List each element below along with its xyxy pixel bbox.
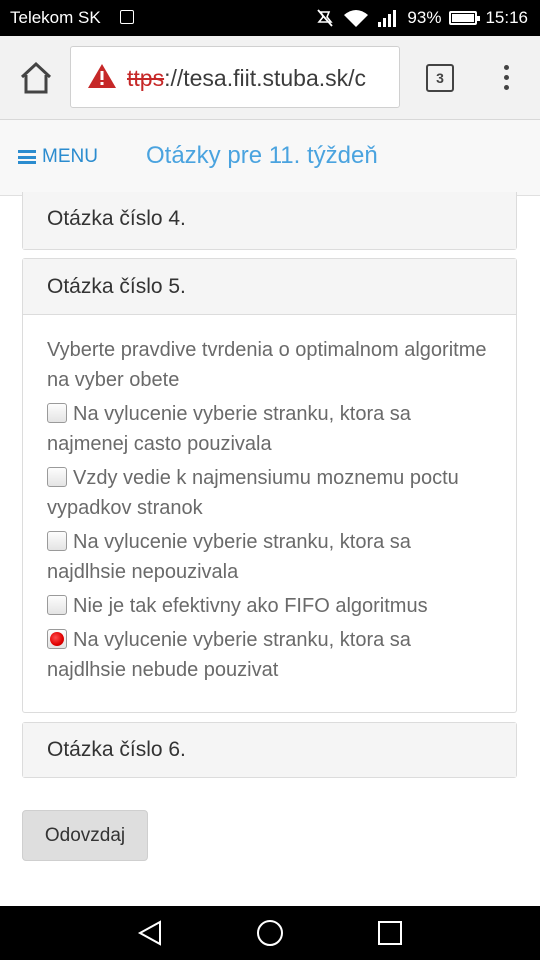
- tab-count: 3: [436, 70, 444, 86]
- url-scheme: ttps: [127, 65, 165, 91]
- page-header: MENU Otázky pre 11. týždeň: [0, 120, 540, 196]
- battery-icon: [449, 11, 481, 25]
- question-panel-6: Otázka číslo 6.: [22, 722, 517, 778]
- carrier-name: Telekom SK: [10, 8, 101, 27]
- checkbox-checked[interactable]: [47, 629, 67, 649]
- option-label: Na vylucenie vyberie stranku, ktora sa n…: [47, 629, 411, 681]
- warning-icon: [88, 64, 116, 88]
- answer-option-3[interactable]: Na vylucenie vyberie stranku, ktora sa n…: [47, 527, 492, 587]
- option-label: Na vylucenie vyberie stranku, ktora sa n…: [47, 531, 411, 583]
- browser-toolbar: ttps://tesa.fiit.stuba.sk/c 3: [0, 36, 540, 120]
- question-body: Vyberte pravdive tvrdenia o optimalnom a…: [23, 315, 516, 685]
- checkbox[interactable]: [47, 531, 67, 551]
- question-panel-5: Otázka číslo 5. Vyberte pravdive tvrdeni…: [22, 258, 517, 713]
- question-heading-4[interactable]: Otázka číslo 4.: [23, 192, 516, 249]
- answer-option-2[interactable]: Vzdy vedie k najmensiumu moznemu poctu v…: [47, 463, 492, 523]
- menu-button[interactable]: MENU: [18, 146, 98, 168]
- signal-icon: [378, 10, 397, 27]
- tabs-icon[interactable]: 3: [426, 64, 454, 92]
- question-heading-5[interactable]: Otázka číslo 5.: [23, 259, 516, 315]
- url-host: ://tesa.fiit.stuba.sk/c: [164, 65, 367, 91]
- status-icons: 93% 15:16: [307, 8, 528, 28]
- answer-option-4[interactable]: Nie je tak efektivny ako FIFO algoritmus: [47, 591, 492, 621]
- checkbox[interactable]: [47, 403, 67, 423]
- recents-icon[interactable]: [376, 919, 404, 947]
- question-heading-6[interactable]: Otázka číslo 6.: [23, 723, 516, 777]
- home-icon[interactable]: [16, 60, 56, 96]
- address-bar[interactable]: ttps://tesa.fiit.stuba.sk/c: [70, 46, 400, 108]
- image-icon: [120, 10, 134, 24]
- option-label: Na vylucenie vyberie stranku, ktora sa n…: [47, 403, 411, 455]
- wifi-icon: [344, 10, 369, 27]
- status-bar: Telekom SK 93% 15:16: [0, 0, 540, 36]
- question-panel-4: Otázka číslo 4.: [22, 192, 517, 250]
- back-icon[interactable]: [136, 919, 164, 947]
- answer-option-1[interactable]: Na vylucenie vyberie stranku, ktora sa n…: [47, 399, 492, 459]
- mute-icon: [317, 9, 334, 27]
- page-title: Otázky pre 11. týždeň: [146, 142, 378, 169]
- option-label: Nie je tak efektivny ako FIFO algoritmus: [73, 595, 428, 617]
- submit-button[interactable]: Odovzdaj: [22, 810, 148, 861]
- question-text: Vyberte pravdive tvrdenia o optimalnom a…: [47, 339, 487, 391]
- checkbox[interactable]: [47, 467, 67, 487]
- navigation-bar: [0, 906, 540, 960]
- answer-option-5[interactable]: Na vylucenie vyberie stranku, ktora sa n…: [47, 625, 492, 685]
- url-text: ttps://tesa.fiit.stuba.sk/c: [127, 65, 366, 92]
- checkbox[interactable]: [47, 595, 67, 615]
- option-label: Vzdy vedie k najmensiumu moznemu poctu v…: [47, 467, 459, 519]
- battery-percent: 93%: [407, 8, 442, 27]
- menu-label: MENU: [42, 146, 98, 167]
- home-circle-icon[interactable]: [256, 919, 284, 947]
- clock: 15:16: [485, 8, 528, 27]
- overflow-menu-icon[interactable]: [498, 62, 514, 94]
- hamburger-icon: [18, 150, 36, 164]
